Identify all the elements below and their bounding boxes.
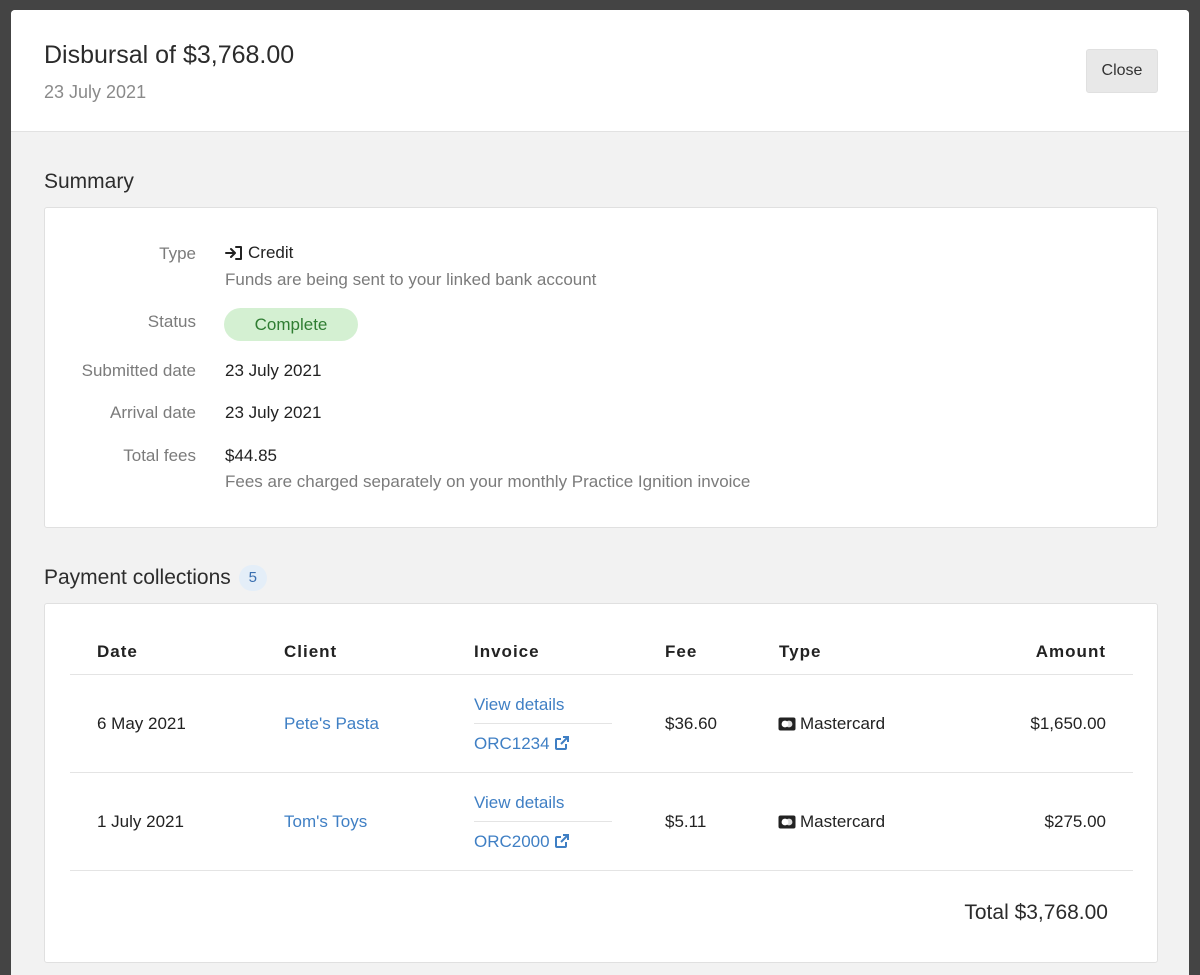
column-header-invoice: Invoice — [474, 642, 540, 661]
column-header-client: Client — [284, 642, 338, 661]
payments-section-title: Payment collections 5 — [44, 565, 267, 591]
credit-card-icon — [778, 716, 796, 736]
client-link[interactable]: Pete's Pasta — [284, 714, 379, 734]
disbursal-modal: Disbursal of $3,768.00 23 July 2021 Clos… — [11, 10, 1189, 975]
modal-subtitle-date: 23 July 2021 — [44, 82, 147, 102]
external-link-icon — [554, 833, 570, 854]
summary-card: Type Credit Funds are being sent to your… — [44, 207, 1158, 528]
invoice-link[interactable]: ORC2000 — [474, 832, 570, 854]
modal-header: Disbursal of $3,768.00 23 July 2021 Clos… — [11, 10, 1189, 132]
column-header-fee: Fee — [665, 642, 698, 661]
fees-description: Fees are charged separately on your mont… — [225, 472, 751, 491]
close-button[interactable]: Close — [1086, 49, 1158, 93]
row-type: Mastercard — [778, 714, 885, 736]
column-header-type: Type — [779, 642, 822, 661]
row-fee: $5.11 — [665, 812, 707, 831]
row-fee: $36.60 — [665, 714, 717, 733]
status-badge: Complete — [224, 308, 358, 341]
arrival-date-value: 23 July 2021 — [225, 403, 322, 422]
summary-section-title: Summary — [44, 170, 134, 194]
payments-count-badge: 5 — [238, 565, 267, 591]
modal-title: Disbursal of $3,768.00 — [44, 41, 295, 69]
row-type: Mastercard — [778, 812, 885, 834]
credit-card-icon — [778, 814, 796, 834]
row-divider — [70, 772, 1133, 773]
arrival-date-label: Arrival date — [110, 403, 196, 422]
type-label: Type — [159, 244, 196, 263]
payments-card: Date Client Invoice Fee Type Amount 6 Ma… — [44, 603, 1158, 963]
external-link-icon — [554, 735, 570, 756]
payments-total: Total $3,768.00 — [964, 901, 1108, 924]
payments-heading: Payment collections — [44, 566, 231, 589]
row-amount: $275.00 — [1044, 812, 1106, 831]
invoice-number: ORC1234 — [474, 734, 550, 753]
type-value: Credit — [225, 243, 293, 263]
row-amount: $1,650.00 — [1030, 714, 1106, 733]
row-date: 6 May 2021 — [97, 714, 186, 733]
type-value-text: Credit — [248, 243, 294, 262]
view-details-link[interactable]: View details — [474, 695, 564, 715]
submitted-date-label: Submitted date — [81, 361, 196, 380]
summary-heading: Summary — [44, 170, 134, 193]
column-header-date: Date — [97, 642, 138, 661]
row-type-text: Mastercard — [800, 714, 886, 733]
sign-in-arrow-icon — [225, 245, 244, 261]
invoice-number: ORC2000 — [474, 832, 550, 851]
invoice-link[interactable]: ORC1234 — [474, 734, 570, 756]
total-fees-value: $44.85 — [225, 446, 277, 465]
submitted-date-value: 23 July 2021 — [225, 361, 322, 380]
client-link[interactable]: Tom's Toys — [284, 812, 367, 832]
row-divider — [70, 870, 1133, 871]
row-type-text: Mastercard — [800, 812, 886, 831]
column-header-amount: Amount — [1035, 642, 1106, 661]
header-divider — [70, 674, 1133, 675]
total-fees-label: Total fees — [123, 446, 196, 465]
row-date: 1 July 2021 — [97, 812, 184, 831]
status-label: Status — [147, 312, 196, 331]
invoice-divider — [474, 723, 612, 724]
invoice-divider — [474, 821, 612, 822]
view-details-link[interactable]: View details — [474, 793, 564, 813]
type-description: Funds are being sent to your linked bank… — [225, 270, 597, 289]
